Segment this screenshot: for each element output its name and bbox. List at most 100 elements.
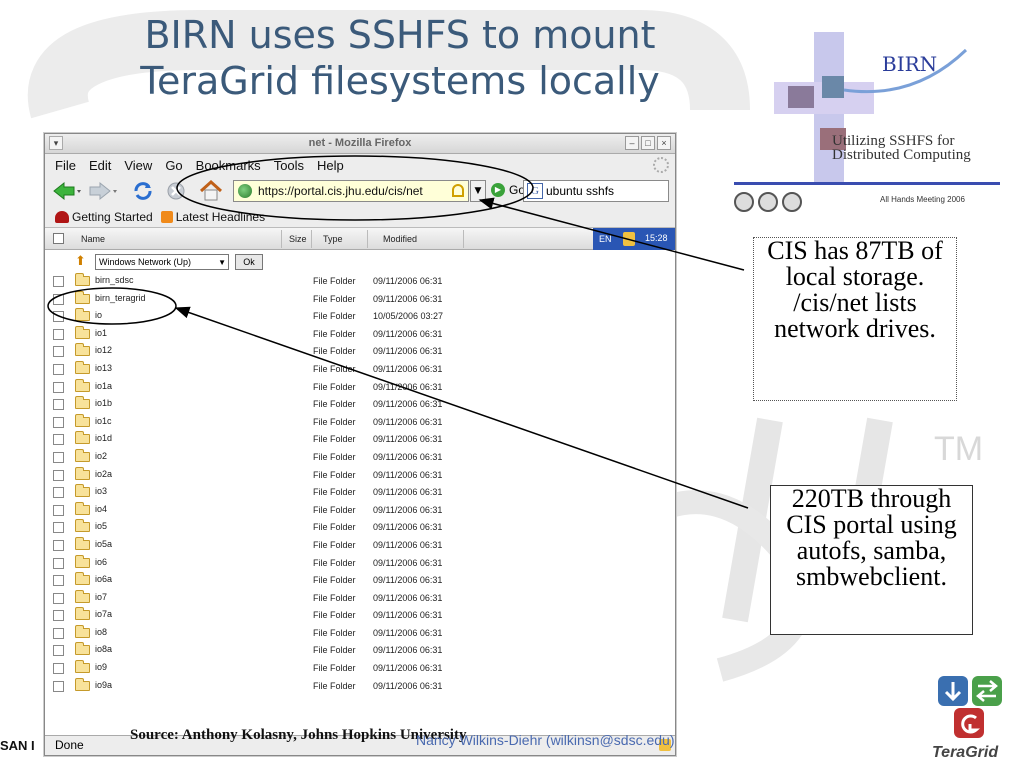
table-row[interactable]: io1d File Folder 09/11/2006 06:31 bbox=[45, 430, 675, 448]
row-checkbox[interactable] bbox=[53, 434, 64, 446]
table-row[interactable]: birn_sdsc File Folder 09/11/2006 06:31 bbox=[45, 272, 675, 290]
row-name[interactable]: io7a bbox=[95, 609, 112, 619]
row-checkbox[interactable] bbox=[53, 575, 64, 587]
row-name[interactable]: io8a bbox=[95, 644, 112, 654]
keyboard-lang[interactable]: EN bbox=[599, 234, 612, 244]
row-name[interactable]: io6a bbox=[95, 574, 112, 584]
table-row[interactable]: io13 File Folder 09/11/2006 06:31 bbox=[45, 360, 675, 378]
row-checkbox[interactable] bbox=[53, 276, 64, 287]
url-bar[interactable]: https://portal.cis.jhu.edu/cis/net bbox=[233, 180, 469, 202]
select-all-checkbox[interactable] bbox=[53, 233, 64, 244]
menu-file[interactable]: File bbox=[55, 158, 76, 173]
menu-edit[interactable]: Edit bbox=[89, 158, 111, 173]
minimize-icon[interactable]: – bbox=[625, 136, 639, 150]
row-checkbox[interactable] bbox=[53, 680, 64, 692]
row-checkbox[interactable] bbox=[53, 469, 64, 481]
row-name[interactable]: io6 bbox=[95, 557, 107, 567]
table-row[interactable]: io8a File Folder 09/11/2006 06:31 bbox=[45, 641, 675, 659]
row-name[interactable]: io4 bbox=[95, 504, 107, 514]
row-checkbox[interactable] bbox=[53, 487, 64, 499]
table-row[interactable]: io7 File Folder 09/11/2006 06:31 bbox=[45, 589, 675, 607]
row-checkbox[interactable] bbox=[53, 610, 64, 622]
col-name[interactable]: Name bbox=[81, 234, 105, 244]
table-row[interactable]: io6a File Folder 09/11/2006 06:31 bbox=[45, 571, 675, 589]
table-row[interactable]: io1 File Folder 09/11/2006 06:31 bbox=[45, 325, 675, 343]
col-modified[interactable]: Modified bbox=[383, 234, 417, 244]
menu-view[interactable]: View bbox=[124, 158, 152, 173]
row-checkbox[interactable] bbox=[53, 592, 64, 604]
bookmark-getting-started[interactable]: Getting Started bbox=[55, 210, 153, 224]
table-row[interactable]: birn_teragrid File Folder 09/11/2006 06:31 bbox=[45, 290, 675, 308]
table-row[interactable]: io12 File Folder 09/11/2006 06:31 bbox=[45, 342, 675, 360]
stop-button[interactable] bbox=[163, 179, 189, 203]
menu-go[interactable]: Go bbox=[165, 158, 182, 173]
row-name[interactable]: io1 bbox=[95, 328, 107, 338]
row-name[interactable]: io9 bbox=[95, 662, 107, 672]
row-checkbox[interactable] bbox=[53, 663, 64, 675]
row-checkbox[interactable] bbox=[53, 451, 64, 463]
table-row[interactable]: io8 File Folder 09/11/2006 06:31 bbox=[45, 624, 675, 642]
table-row[interactable]: io3 File Folder 09/11/2006 06:31 bbox=[45, 483, 675, 501]
table-row[interactable]: io6 File Folder 09/11/2006 06:31 bbox=[45, 554, 675, 572]
row-name[interactable]: io bbox=[95, 310, 102, 320]
table-row[interactable]: io9a File Folder 09/11/2006 06:31 bbox=[45, 677, 675, 695]
row-checkbox[interactable] bbox=[53, 645, 64, 657]
row-name[interactable]: birn_sdsc bbox=[95, 275, 134, 285]
row-checkbox[interactable] bbox=[53, 363, 64, 375]
location-select[interactable]: Windows Network (Up) ▼ bbox=[95, 254, 229, 270]
ok-button[interactable]: Ok bbox=[235, 254, 263, 270]
table-row[interactable]: io9 File Folder 09/11/2006 06:31 bbox=[45, 659, 675, 677]
home-button[interactable] bbox=[197, 179, 225, 203]
row-name[interactable]: io3 bbox=[95, 486, 107, 496]
row-name[interactable]: io12 bbox=[95, 345, 112, 355]
menu-tools[interactable]: Tools bbox=[274, 158, 304, 173]
row-name[interactable]: io2a bbox=[95, 469, 112, 479]
menu-help[interactable]: Help bbox=[317, 158, 344, 173]
table-row[interactable]: io1c File Folder 09/11/2006 06:31 bbox=[45, 413, 675, 431]
row-name[interactable]: io5 bbox=[95, 521, 107, 531]
table-row[interactable]: io1a File Folder 09/11/2006 06:31 bbox=[45, 378, 675, 396]
table-row[interactable]: io5 File Folder 09/11/2006 06:31 bbox=[45, 518, 675, 536]
go-button[interactable]: ▶ Go bbox=[491, 183, 525, 197]
row-checkbox[interactable] bbox=[53, 293, 64, 305]
row-name[interactable]: birn_teragrid bbox=[95, 293, 146, 303]
row-checkbox[interactable] bbox=[53, 346, 64, 358]
table-row[interactable]: io7a File Folder 09/11/2006 06:31 bbox=[45, 606, 675, 624]
forward-button[interactable] bbox=[87, 179, 119, 203]
row-checkbox[interactable] bbox=[53, 522, 64, 534]
row-checkbox[interactable] bbox=[53, 399, 64, 411]
bookmark-latest-headlines[interactable]: Latest Headlines bbox=[160, 210, 265, 224]
up-folder-icon[interactable]: ⬆ bbox=[75, 255, 89, 269]
url-dropdown-button[interactable]: ▼ bbox=[470, 180, 486, 202]
col-type[interactable]: Type bbox=[323, 234, 343, 244]
close-icon[interactable]: × bbox=[657, 136, 671, 150]
row-name[interactable]: io1c bbox=[95, 416, 112, 426]
table-row[interactable]: io5a File Folder 09/11/2006 06:31 bbox=[45, 536, 675, 554]
row-name[interactable]: io8 bbox=[95, 627, 107, 637]
row-checkbox[interactable] bbox=[53, 539, 64, 551]
search-engine-icon[interactable]: G bbox=[527, 183, 543, 199]
table-row[interactable]: io4 File Folder 09/11/2006 06:31 bbox=[45, 501, 675, 519]
row-name[interactable]: io1d bbox=[95, 433, 112, 443]
row-name[interactable]: io9a bbox=[95, 680, 112, 690]
row-checkbox[interactable] bbox=[53, 504, 64, 516]
col-size[interactable]: Size bbox=[289, 234, 307, 244]
back-button[interactable] bbox=[51, 179, 83, 203]
table-row[interactable]: io2a File Folder 09/11/2006 06:31 bbox=[45, 466, 675, 484]
row-name[interactable]: io1a bbox=[95, 381, 112, 391]
search-input[interactable]: G ubuntu sshfs bbox=[523, 180, 669, 202]
row-checkbox[interactable] bbox=[53, 328, 64, 340]
row-checkbox[interactable] bbox=[53, 627, 64, 639]
row-name[interactable]: io1b bbox=[95, 398, 112, 408]
table-row[interactable]: io File Folder 10/05/2006 03:27 bbox=[45, 307, 675, 325]
row-name[interactable]: io7 bbox=[95, 592, 107, 602]
row-checkbox[interactable] bbox=[53, 416, 64, 428]
row-name[interactable]: io5a bbox=[95, 539, 112, 549]
menu-bookmarks[interactable]: Bookmarks bbox=[196, 158, 261, 173]
table-row[interactable]: io1b File Folder 09/11/2006 06:31 bbox=[45, 395, 675, 413]
row-checkbox[interactable] bbox=[53, 311, 64, 323]
row-name[interactable]: io13 bbox=[95, 363, 112, 373]
table-row[interactable]: io2 File Folder 09/11/2006 06:31 bbox=[45, 448, 675, 466]
row-checkbox[interactable] bbox=[53, 557, 64, 569]
maximize-icon[interactable]: □ bbox=[641, 136, 655, 150]
